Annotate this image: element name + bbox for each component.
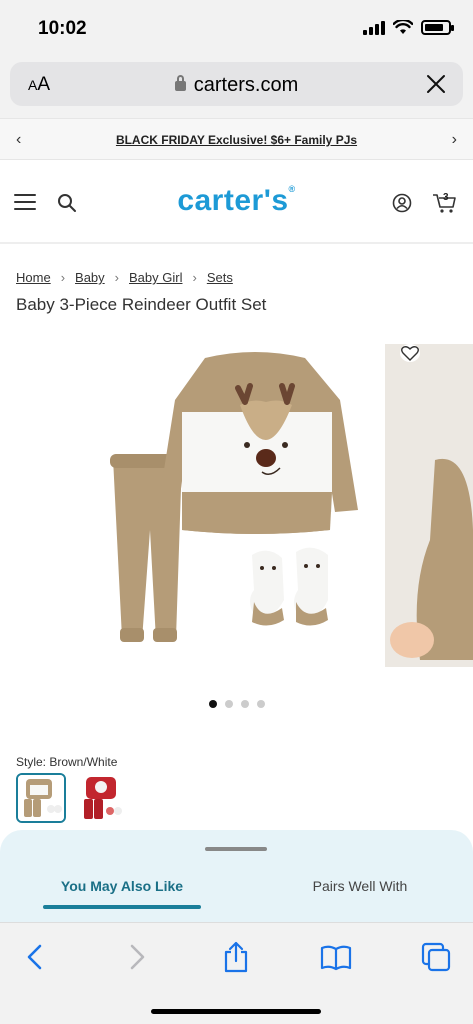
recommendations-sheet: You May Also Like Pairs Well With bbox=[0, 830, 473, 922]
carousel-dot[interactable] bbox=[240, 700, 249, 708]
promo-banner: ‹ BLACK FRIDAY Exclusive! $6+ Family PJs… bbox=[0, 118, 473, 160]
promo-next-icon[interactable]: › bbox=[452, 131, 457, 149]
carousel-dot[interactable] bbox=[208, 700, 217, 708]
tab-pairs-well-with[interactable]: Pairs Well With bbox=[290, 878, 430, 894]
cellular-signal-icon bbox=[363, 20, 385, 35]
swatch-brown-white[interactable] bbox=[16, 773, 66, 823]
chevron-right-icon: › bbox=[114, 270, 120, 285]
logo-text: carter's bbox=[177, 184, 289, 217]
tabs-icon[interactable] bbox=[420, 941, 452, 973]
carousel-dots bbox=[0, 700, 473, 708]
status-time: 10:02 bbox=[38, 18, 87, 39]
browser-chrome: AA carters.com bbox=[0, 58, 473, 118]
browser-toolbar bbox=[0, 922, 473, 1024]
home-indicator bbox=[151, 1009, 321, 1014]
heart-icon bbox=[401, 346, 419, 361]
battery-icon bbox=[421, 20, 454, 35]
carousel-dot[interactable] bbox=[256, 700, 265, 708]
product-image-carousel[interactable] bbox=[0, 340, 473, 680]
url-text: carters.com bbox=[193, 74, 299, 96]
wifi-icon bbox=[393, 20, 413, 34]
share-icon[interactable] bbox=[220, 941, 252, 973]
chevron-right-icon: › bbox=[60, 270, 66, 285]
bookmarks-icon[interactable] bbox=[320, 941, 352, 973]
breadcrumb-baby-girl[interactable]: Baby Girl bbox=[129, 270, 182, 285]
promo-link[interactable]: BLACK FRIDAY Exclusive! $6+ Family PJs bbox=[0, 133, 473, 147]
cart-button[interactable]: 3 bbox=[432, 190, 458, 214]
active-tab-indicator bbox=[43, 905, 201, 909]
favorite-button[interactable] bbox=[400, 344, 420, 362]
cart-count: 3 bbox=[443, 192, 449, 203]
close-icon[interactable] bbox=[425, 73, 447, 95]
site-header: carter's® 3 bbox=[0, 160, 473, 244]
product-image bbox=[110, 344, 473, 667]
tab-you-may-also-like[interactable]: You May Also Like bbox=[43, 878, 201, 894]
forward-icon[interactable] bbox=[120, 941, 152, 973]
carousel-dot[interactable] bbox=[224, 700, 233, 708]
swatch-thumbnail bbox=[18, 775, 64, 821]
account-icon[interactable] bbox=[392, 193, 412, 213]
address-bar[interactable]: AA carters.com bbox=[10, 62, 463, 106]
url-field[interactable]: carters.com bbox=[10, 74, 463, 97]
back-icon[interactable] bbox=[20, 941, 52, 973]
chevron-right-icon: › bbox=[192, 270, 197, 285]
swatch-red-santa[interactable] bbox=[76, 773, 126, 823]
sheet-grabber[interactable] bbox=[205, 847, 267, 851]
status-bar: 10:02 bbox=[0, 0, 473, 58]
breadcrumb: Home › Baby › Baby Girl › Sets bbox=[16, 270, 233, 285]
swatch-thumbnail bbox=[76, 773, 126, 823]
status-icons bbox=[363, 20, 454, 35]
breadcrumb-sets[interactable]: Sets bbox=[207, 270, 233, 285]
style-label: Style: Brown/White bbox=[16, 755, 118, 769]
breadcrumb-home[interactable]: Home bbox=[16, 270, 51, 285]
breadcrumb-baby[interactable]: Baby bbox=[75, 270, 105, 285]
product-title: Baby 3-Piece Reindeer Outfit Set bbox=[16, 295, 267, 314]
lock-icon bbox=[174, 75, 186, 91]
style-swatches bbox=[16, 773, 126, 823]
